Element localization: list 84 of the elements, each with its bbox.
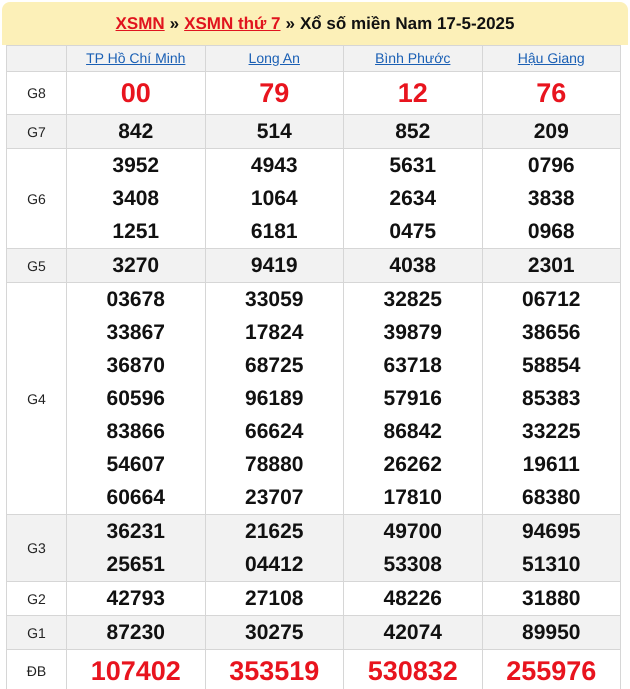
winning-number: 33225 xyxy=(521,419,582,445)
winning-number: 514 xyxy=(256,119,293,145)
winning-number: 36870 xyxy=(106,353,166,379)
winning-number: 48226 xyxy=(382,586,443,612)
winning-number: 4038 xyxy=(388,253,438,279)
winning-number: 00 xyxy=(120,77,152,110)
winning-number: 42074 xyxy=(382,620,443,646)
winning-number: 33059 xyxy=(244,287,304,313)
winning-number: 63718 xyxy=(382,353,443,379)
winning-number: 3270 xyxy=(111,253,160,279)
winning-number: 255976 xyxy=(505,655,598,688)
winning-number: 1064 xyxy=(250,186,299,212)
winning-number: 76 xyxy=(535,77,568,110)
winning-number: 53308 xyxy=(382,552,443,578)
winning-number: 17810 xyxy=(382,485,443,511)
winning-number: 25651 xyxy=(106,552,166,578)
winning-number: 42793 xyxy=(106,586,166,612)
winning-number: 3838 xyxy=(526,186,576,212)
winning-number: 33867 xyxy=(106,320,166,346)
winning-number: 0968 xyxy=(526,219,576,245)
prize-label: G6 xyxy=(6,148,66,248)
winning-number: 85383 xyxy=(521,386,582,412)
winning-number: 0796 xyxy=(526,153,576,179)
winning-number: 96189 xyxy=(244,386,304,412)
winning-number: 86842 xyxy=(382,419,443,445)
winning-number: 2301 xyxy=(526,253,576,279)
winning-number: 30275 xyxy=(244,620,304,646)
winning-number: 852 xyxy=(394,119,432,145)
winning-number: 54607 xyxy=(106,452,166,478)
winning-number: 83866 xyxy=(106,419,166,445)
winning-number: 60596 xyxy=(106,386,166,412)
winning-number: 27108 xyxy=(244,586,304,612)
winning-number: 26262 xyxy=(382,452,443,478)
winning-number: 39879 xyxy=(382,320,443,346)
winning-number: 51310 xyxy=(521,552,582,578)
province-link[interactable]: Long An xyxy=(248,50,300,66)
province-link[interactable]: TP Hồ Chí Minh xyxy=(86,50,186,66)
winning-number: 79 xyxy=(258,77,290,110)
breadcrumb-link[interactable]: XSMN xyxy=(116,14,165,34)
winning-number: 530832 xyxy=(366,655,459,688)
winning-number: 353519 xyxy=(228,655,320,688)
winning-number: 32825 xyxy=(382,287,443,313)
winning-number: 03678 xyxy=(106,287,166,313)
winning-number: 842 xyxy=(117,119,154,145)
winning-number: 68380 xyxy=(521,485,582,511)
winning-number: 9419 xyxy=(250,253,299,279)
prize-label: G4 xyxy=(6,282,66,514)
winning-number: 38656 xyxy=(521,320,582,346)
winning-number: 6181 xyxy=(250,219,299,245)
winning-number: 60664 xyxy=(106,485,166,511)
winning-number: 31880 xyxy=(521,586,582,612)
winning-number: 209 xyxy=(532,119,570,145)
breadcrumb-text: » xyxy=(286,14,295,34)
breadcrumb-text: Xổ số miền Nam 17-5-2025 xyxy=(300,14,514,34)
winning-number: 3952 xyxy=(111,153,160,179)
winning-number: 3408 xyxy=(111,186,160,212)
breadcrumb-text: » xyxy=(170,14,180,34)
breadcrumb-link[interactable]: XSMN thứ 7 xyxy=(184,14,280,34)
winning-number: 04412 xyxy=(244,552,304,578)
winning-number: 94695 xyxy=(521,519,582,545)
province-link[interactable]: Hậu Giang xyxy=(518,50,585,66)
winning-number: 49700 xyxy=(382,519,443,545)
winning-number: 89950 xyxy=(521,620,582,646)
winning-number: 19611 xyxy=(522,452,581,478)
winning-number: 78880 xyxy=(244,452,304,478)
winning-number: 21625 xyxy=(244,519,304,545)
winning-number: 4943 xyxy=(250,153,299,179)
winning-number: 17824 xyxy=(244,320,304,346)
prize-label: ĐB xyxy=(6,650,66,689)
winning-number: 06712 xyxy=(521,287,582,313)
province-link[interactable]: Bình Phước xyxy=(375,50,450,66)
winning-number: 1251 xyxy=(111,219,160,245)
winning-number: 58854 xyxy=(521,353,582,379)
winning-number: 57916 xyxy=(382,386,443,412)
winning-number: 107402 xyxy=(90,655,182,688)
winning-number: 87230 xyxy=(106,620,166,646)
winning-number: 12 xyxy=(396,77,429,110)
winning-number: 23707 xyxy=(244,485,304,511)
winning-number: 5631 xyxy=(388,153,438,179)
winning-number: 2634 xyxy=(388,186,438,212)
winning-number: 36231 xyxy=(106,519,166,545)
winning-number: 68725 xyxy=(244,353,304,379)
winning-number: 66624 xyxy=(244,419,304,445)
winning-number: 0475 xyxy=(388,219,438,245)
